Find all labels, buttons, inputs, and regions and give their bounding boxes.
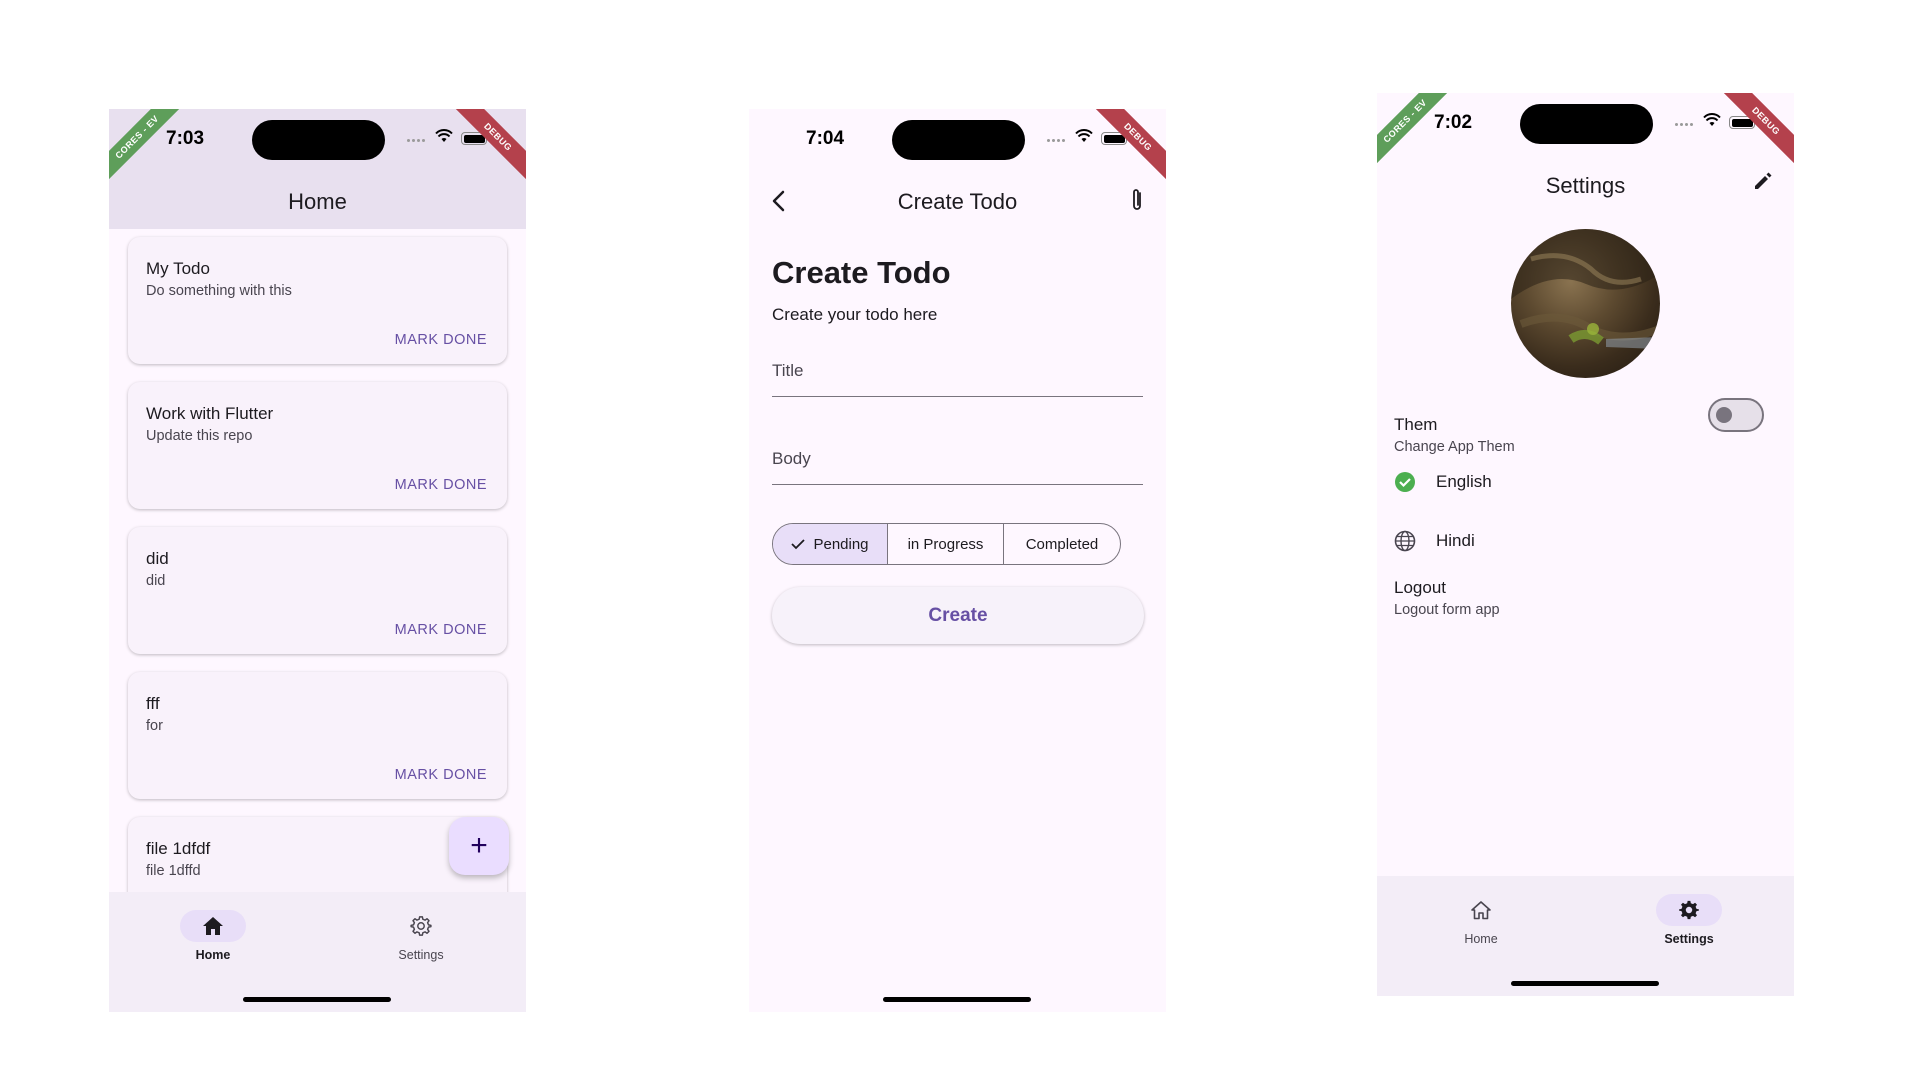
dynamic-island [892,120,1025,160]
create-todo-screen: 7:04 DEBUG Create Todo Create Todo Creat… [749,109,1166,1012]
todo-title: My Todo [146,259,210,278]
status-time: 7:04 [806,128,845,149]
bottom-navigation: Home Settings [1377,876,1794,996]
todo-body: for [146,718,163,734]
todo-body: Do something with this [146,283,292,299]
form-subheading: Create your todo here [772,305,938,324]
logout-title[interactable]: Logout [1394,578,1446,598]
signal-dots-icon [407,139,429,143]
home-app-bar: 7:03 CORES - EV DEBUG Home [109,109,526,229]
logout-subtitle: Logout form app [1394,602,1500,618]
title-placeholder: Title [772,361,804,380]
create-button[interactable]: Create [772,587,1144,644]
check-circle-icon [1395,472,1415,492]
segment-label: Pending [813,535,869,553]
mark-done-button[interactable]: MARK DONE [395,622,487,638]
check-icon [791,539,806,550]
segment-in-progress[interactable]: in Progress [888,524,1004,564]
nav-item-settings[interactable]: Settings [361,910,481,962]
gear-icon [1679,900,1699,920]
nav-item-home[interactable]: Home [153,910,273,962]
mark-done-button[interactable]: MARK DONE [395,767,487,783]
status-bar: 7:02 [1377,93,1794,153]
segment-label: Completed [1025,535,1099,553]
todo-card[interactable]: Work with Flutter Update this repo MARK … [128,382,507,509]
todo-card[interactable]: did did MARK DONE [128,527,507,654]
signal-dots-icon [1675,123,1697,127]
add-todo-button[interactable]: + [449,817,509,875]
nav-pill [1656,894,1722,926]
dynamic-island [252,120,385,160]
nav-label-settings: Settings [398,948,444,962]
page-title: Home [288,189,347,214]
theme-title: Them [1394,415,1438,434]
status-bar: 7:03 [109,109,526,169]
todo-card[interactable]: fff for MARK DONE [128,672,507,799]
mark-done-button[interactable]: MARK DONE [395,477,487,493]
signal-dots-icon [1047,139,1069,143]
status-bar: 7:04 [749,109,1166,169]
home-screen: 7:03 CORES - EV DEBUG Home My Todo Do so… [109,109,526,1012]
language-option-hindi[interactable]: Hindi [1394,530,1475,552]
todo-title: Work with Flutter [146,404,274,423]
nav-label-settings: Settings [1664,932,1714,946]
nav-pill [180,910,246,942]
body-field[interactable]: Body [772,439,1143,485]
nav-item-settings[interactable]: Settings [1629,894,1749,946]
settings-screen: 7:02 CORES - EV DEBUG Settings Them Chan… [1377,93,1794,996]
mark-done-button[interactable]: MARK DONE [395,332,487,348]
nav-pill [388,910,454,942]
attachment-icon[interactable] [1129,187,1145,213]
language-label: English [1436,472,1492,491]
segment-completed[interactable]: Completed [1004,524,1120,564]
page-title: Create Todo [897,189,1018,214]
toggle-knob [1716,407,1732,423]
todo-card[interactable]: My Todo Do something with this MARK DONE [128,237,507,364]
language-label: Hindi [1436,531,1475,550]
nav-item-home[interactable]: Home [1421,894,1541,946]
form-heading: Create Todo [772,255,951,290]
wifi-icon [435,129,453,142]
home-indicator [1511,981,1659,986]
wifi-icon [1703,113,1721,126]
page-title: Settings [1545,173,1626,198]
globe-icon [1394,530,1416,552]
todo-body: file 1dffd [146,863,201,879]
todo-body: did [146,573,166,589]
todo-title: file 1dfdf [146,839,211,858]
status-time: 7:03 [166,128,205,149]
body-placeholder: Body [772,449,811,468]
theme-subtitle: Change App Them [1394,439,1515,455]
home-icon [203,917,223,935]
language-option-english[interactable]: English [1394,471,1492,493]
home-indicator [243,997,391,1002]
avatar-image [1511,229,1660,349]
todo-title: did [146,549,169,568]
todo-body: Update this repo [146,428,253,444]
status-segmented-control: Pending in Progress Completed [772,523,1121,565]
theme-toggle[interactable] [1708,398,1764,432]
home-outline-icon [1471,901,1491,920]
nav-pill [1448,894,1514,926]
nav-label-home: Home [1464,932,1498,946]
dynamic-island [1520,104,1653,144]
bottom-navigation: Home Settings [109,892,526,1012]
wifi-icon [1075,129,1093,142]
home-indicator [883,997,1031,1002]
title-field[interactable]: Title [772,351,1143,397]
segment-label: in Progress [907,535,984,553]
todo-title: fff [146,694,160,713]
edit-pencil-icon[interactable] [1752,170,1774,192]
status-time: 7:02 [1434,112,1473,133]
gear-icon [410,916,432,936]
segment-pending[interactable]: Pending [773,524,888,564]
todo-list: My Todo Do something with this MARK DONE… [109,229,526,892]
nav-label-home: Home [195,948,231,962]
profile-avatar [1511,229,1660,378]
